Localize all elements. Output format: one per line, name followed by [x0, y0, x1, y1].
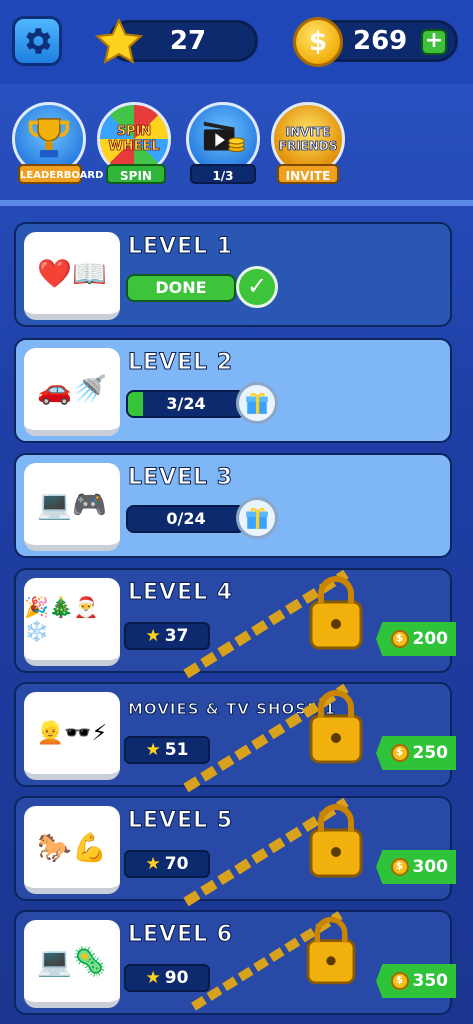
- level-card-2[interactable]: 🚗🚿 LEVEL 2 3/24: [14, 338, 452, 443]
- invite-label: INVITE: [277, 164, 339, 184]
- divider: [0, 200, 473, 206]
- gift-icon[interactable]: [236, 382, 278, 424]
- level-card-7[interactable]: 💻🦠 LEVEL 6 ★ 90 $350: [14, 910, 456, 1015]
- settings-button[interactable]: [12, 16, 62, 66]
- level-title: LEVEL 2: [127, 350, 234, 376]
- coin-icon: $: [390, 630, 409, 648]
- coin-icon: $: [293, 17, 343, 67]
- feature-row: LEADERBOARD SPIN WHEEL SPIN 1/3 INVITE F…: [0, 92, 473, 202]
- progress-fill: [128, 392, 143, 416]
- coin-icon: $: [390, 972, 409, 990]
- level-tile: 🎉🎄🎅❄️: [24, 578, 120, 666]
- spin-label: SPIN: [106, 164, 166, 184]
- unlock-cost: 350: [412, 971, 449, 991]
- video-progress-label: 1/3: [190, 164, 256, 184]
- invite-friends-title-2: FRIENDS: [278, 139, 338, 154]
- star-icon: ★: [145, 854, 161, 874]
- spin-wheel-icon: SPIN WHEEL: [108, 124, 160, 155]
- checkmark-icon: ✓: [236, 266, 278, 308]
- top-bar: 27 269 + $: [0, 0, 473, 84]
- level-title: LEVEL 1: [127, 234, 234, 260]
- level-card-6[interactable]: 🐎💪 LEVEL 5 ★ 70 $300: [14, 796, 456, 907]
- level-card-3[interactable]: 💻🎮 LEVEL 3 0/24: [14, 453, 452, 558]
- coin-icon: $: [390, 744, 409, 762]
- coin-symbol: $: [308, 27, 328, 57]
- leaderboard-label: LEADERBOARD: [18, 164, 103, 184]
- lock-chain-icon: [183, 797, 363, 907]
- unlock-cost-button[interactable]: $350: [376, 964, 456, 998]
- spin-wheel-title-1: SPIN: [116, 124, 152, 140]
- star-icon: ★: [145, 740, 161, 760]
- trophy-icon: [28, 118, 70, 158]
- star-icon: [94, 17, 144, 64]
- video-coins-icon: [203, 121, 245, 153]
- unlock-cost: 250: [412, 743, 449, 763]
- invite-friends-icon: INVITE FRIENDS: [278, 125, 338, 154]
- add-coins-button[interactable]: +: [421, 29, 447, 55]
- level-card-1[interactable]: ❤️📖 LEVEL 1 DONE ✓: [14, 222, 452, 327]
- star-icon: ★: [145, 968, 161, 988]
- level-progress-text: 3/24: [166, 394, 206, 413]
- spin-wheel-title-2: WHEEL: [108, 139, 160, 155]
- level-card-4[interactable]: 🎉🎄🎅❄️ LEVEL 4 ★ 37 $200: [14, 568, 456, 679]
- level-tile: 💻🎮: [24, 463, 120, 551]
- lock-chain-icon: [183, 569, 363, 679]
- unlock-cost-button[interactable]: $300: [376, 850, 456, 884]
- unlock-cost: 200: [412, 629, 449, 649]
- invite-friends-title-1: INVITE: [285, 125, 331, 140]
- level-tile: 💻🦠: [24, 920, 120, 1008]
- unlock-cost: 300: [412, 857, 449, 877]
- level-progress-text: 0/24: [166, 509, 206, 528]
- level-tile: 🐎💪: [24, 806, 120, 894]
- level-card-5[interactable]: 👱🕶️⚡ MOVIES & TV SHOSE 1 ★ 51 $250: [14, 682, 456, 793]
- lock-chain-icon: [191, 911, 356, 1011]
- lock-chain-icon: [183, 683, 363, 793]
- level-tile: 👱🕶️⚡: [24, 692, 120, 780]
- gear-icon: [26, 28, 51, 54]
- unlock-cost-button[interactable]: $250: [376, 736, 456, 770]
- video-progress-text: 1/3: [212, 169, 234, 183]
- level-tile: 🚗🚿: [24, 348, 120, 436]
- star-icon: ★: [145, 626, 161, 646]
- level-progress-bar: 3/24: [126, 390, 246, 418]
- coin-icon: $: [390, 858, 409, 876]
- level-progress-bar: 0/24: [126, 505, 246, 533]
- star-count: 27: [169, 26, 207, 56]
- level-done-bar: DONE: [126, 274, 236, 302]
- gift-icon[interactable]: [236, 497, 278, 539]
- unlock-cost-button[interactable]: $200: [376, 622, 456, 656]
- level-status: DONE: [155, 278, 207, 297]
- coin-count: 269: [353, 26, 408, 56]
- level-tile: ❤️📖: [24, 232, 120, 320]
- level-title: LEVEL 3: [127, 465, 234, 491]
